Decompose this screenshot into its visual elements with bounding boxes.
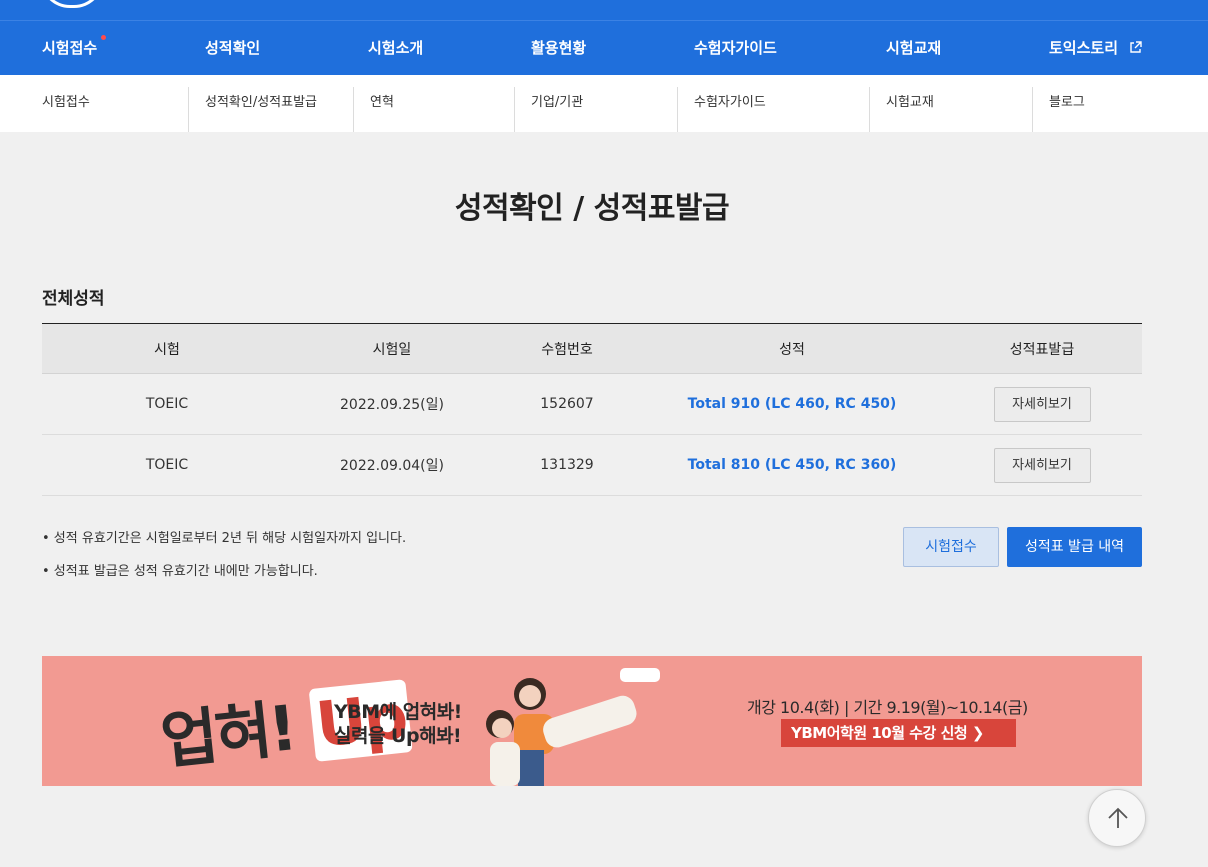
nav-item-label: 활용현황 xyxy=(531,39,587,57)
cell-date: 2022.09.25(일) xyxy=(292,373,492,435)
submenu-link[interactable]: 수험자가이드 xyxy=(694,87,766,119)
divider xyxy=(514,87,515,132)
banner-logo-text: 업혀! xyxy=(157,691,298,778)
detail-button[interactable]: 자세히보기 xyxy=(993,447,1091,483)
submenu-col-story: 블로그 xyxy=(1049,87,1085,132)
divider xyxy=(188,87,189,132)
submenu-col-apply: 시험접수 xyxy=(42,87,90,132)
nav-item-label: 시험접수 xyxy=(42,39,98,57)
cell-score: Total 810 (LC 450, RC 360) xyxy=(642,434,942,496)
cell-issue: 자세히보기 xyxy=(942,373,1142,435)
submenu-col-score: 성적확인/성적표발급 xyxy=(205,87,317,132)
score-link[interactable]: Total 910 (LC 460, RC 450) xyxy=(688,396,897,412)
cell-test: TOEIC xyxy=(42,373,292,435)
nav-item-toeic-story[interactable]: 토익스토리 xyxy=(1049,21,1142,75)
page-title: 성적확인 / 성적표발급 xyxy=(454,191,730,226)
nav-item-label: 수험자가이드 xyxy=(694,39,777,57)
issue-history-button[interactable]: 성적표 발급 내역 xyxy=(1007,527,1142,567)
nav-item-label: 시험교재 xyxy=(886,39,942,57)
table-row: TOEIC 2022.09.25(일) 152607 Total 910 (LC… xyxy=(42,373,1142,435)
nav-item-label: 성적확인 xyxy=(205,39,261,57)
new-dot-icon xyxy=(101,35,107,40)
top-header-bar xyxy=(0,0,1208,20)
divider xyxy=(353,87,354,132)
cell-score: Total 910 (LC 460, RC 450) xyxy=(642,373,942,435)
banner-cta[interactable]: YBM어학원 10월 수강 신청 ❯ xyxy=(781,719,1016,747)
banner-slogan: YBM에 업혀봐! 실력을 Up해봐! xyxy=(334,700,462,748)
submenu-col-usage: 기업/기관 xyxy=(531,87,583,132)
banner-people-image xyxy=(486,668,660,786)
note-issue: • 성적표 발급은 성적 유효기간 내에만 가능합니다. xyxy=(42,564,318,579)
banner-slogan-line: 실력을 Up해봐! xyxy=(334,725,462,747)
divider xyxy=(1032,87,1033,132)
nav-item-examinee-guide[interactable]: 수험자가이드 xyxy=(694,21,777,75)
submenu-col-intro: 연혁 xyxy=(370,87,394,132)
nav-item-textbooks[interactable]: 시험교재 xyxy=(886,21,941,75)
external-link-icon xyxy=(1130,40,1142,53)
column-header-date: 시험일 xyxy=(292,323,492,374)
cell-issue: 자세히보기 xyxy=(942,434,1142,496)
test-apply-button[interactable]: 시험접수 xyxy=(903,527,999,567)
cell-number: 131329 xyxy=(492,434,642,496)
nav-item-usage[interactable]: 활용현황 xyxy=(531,21,586,75)
section-title: 전체성적 xyxy=(42,289,105,309)
table-header-row: 시험 시험일 수험번호 성적 성적표발급 xyxy=(42,323,1142,374)
cell-number: 152607 xyxy=(492,373,642,435)
submenu-link[interactable]: 시험교재 xyxy=(886,87,934,119)
banner-slogan-line: YBM에 업혀봐! xyxy=(334,701,462,723)
column-header-issue: 성적표발급 xyxy=(942,323,1142,374)
submenu-link[interactable]: 연혁 xyxy=(370,87,394,119)
submenu-panel: 시험접수 성적확인/성적표발급 연혁 기업/기관 수험자가이드 시험교재 블로그 xyxy=(0,75,1208,132)
promo-banner[interactable]: 업혀! Up YBM에 업혀봐! 실력을 Up해봐! 개강 10.4(화) | … xyxy=(42,656,1142,786)
arrow-up-icon xyxy=(1108,807,1128,828)
banner-schedule: 개강 10.4(화) | 기간 9.19(월)~10.14(금) xyxy=(747,698,1028,717)
column-header-score: 성적 xyxy=(642,323,942,374)
nav-item-test-apply[interactable]: 시험접수 xyxy=(42,21,107,75)
submenu-link[interactable]: 기업/기관 xyxy=(531,87,583,119)
divider xyxy=(869,87,870,132)
note-validity: • 성적 유효기간은 시험일로부터 2년 뒤 해당 시험일자까지 입니다. xyxy=(42,531,407,546)
submenu-link[interactable]: 성적확인/성적표발급 xyxy=(205,87,317,119)
score-table: 시험 시험일 수험번호 성적 성적표발급 TOEIC 2022.09.25(일)… xyxy=(42,323,1142,496)
cell-test: TOEIC xyxy=(42,434,292,496)
submenu-link[interactable]: 시험접수 xyxy=(42,87,90,119)
column-header-number: 수험번호 xyxy=(492,323,642,374)
cell-date: 2022.09.04(일) xyxy=(292,434,492,496)
detail-button[interactable]: 자세히보기 xyxy=(993,386,1091,422)
column-header-test: 시험 xyxy=(42,323,292,374)
nav-item-score-check[interactable]: 성적확인 xyxy=(205,21,260,75)
nav-item-label: 토익스토리 xyxy=(1049,39,1119,57)
toeic-logo[interactable] xyxy=(40,0,104,8)
submenu-col-guide: 수험자가이드 xyxy=(694,87,766,132)
divider xyxy=(677,87,678,132)
notes-list: • 성적 유효기간은 시험일로부터 2년 뒤 해당 시험일자까지 입니다. • … xyxy=(42,530,406,596)
score-link[interactable]: Total 810 (LC 450, RC 360) xyxy=(688,457,897,473)
nav-item-test-intro[interactable]: 시험소개 xyxy=(368,21,423,75)
nav-item-label: 시험소개 xyxy=(368,39,424,57)
submenu-link[interactable]: 블로그 xyxy=(1049,87,1085,119)
table-row: TOEIC 2022.09.04(일) 131329 Total 810 (LC… xyxy=(42,434,1142,496)
scroll-top-button[interactable] xyxy=(1088,789,1146,847)
main-navigation: 시험접수 성적확인 시험소개 활용현황 수험자가이드 시험교재 토익스토리 xyxy=(0,20,1208,75)
submenu-col-books: 시험교재 xyxy=(886,87,934,132)
